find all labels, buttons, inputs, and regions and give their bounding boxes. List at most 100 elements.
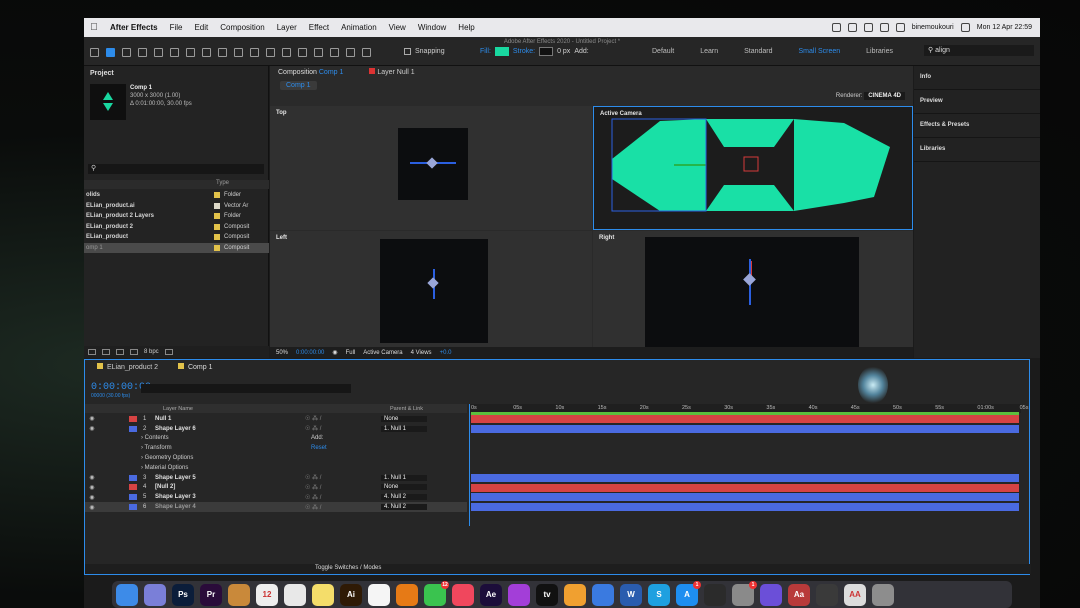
layer-property[interactable]: › Material Options [85, 463, 467, 473]
dock-illustrator-icon[interactable]: Ai [340, 583, 362, 606]
workspace-small-screen[interactable]: Small Screen [799, 48, 841, 55]
viewport-active-camera[interactable]: Active Camera [593, 106, 913, 230]
layer-row[interactable]: ◉ 6 Shape Layer 4 ☉ ⁂ /4. Null 2 [85, 502, 467, 512]
project-item[interactable]: ELian_product 2 Composit [84, 222, 269, 233]
label-color-chip[interactable] [214, 234, 220, 241]
battery-icon[interactable] [895, 23, 905, 32]
bit-depth[interactable]: 8 bpc [144, 349, 159, 355]
property-group-name[interactable]: › Contents [141, 435, 311, 441]
label-color-chip[interactable] [214, 192, 220, 199]
tab-layer[interactable]: Layer Null 1 [369, 68, 415, 76]
layer-color-label[interactable] [129, 504, 137, 511]
parent-link-select[interactable]: 1. Null 1 [381, 474, 427, 481]
label-color-chip[interactable] [214, 213, 220, 220]
dock-contacts-icon[interactable] [228, 583, 250, 606]
exposure-value[interactable]: +0.0 [440, 350, 452, 356]
volume-icon[interactable] [879, 23, 889, 32]
dock-music-icon[interactable] [452, 583, 474, 606]
layer-name-column[interactable]: Layer Name [163, 406, 315, 412]
layer-color-label[interactable] [129, 484, 137, 491]
layer-color-label[interactable] [129, 415, 137, 422]
layer-duration-bar[interactable] [471, 424, 1019, 433]
dock-word-icon[interactable]: W [620, 583, 642, 606]
selection-tool-icon[interactable] [106, 48, 115, 57]
stroke-width-value[interactable]: 0 px [557, 48, 570, 55]
layer-property[interactable]: › Transform Reset [85, 443, 467, 453]
comp-flowchart-pill[interactable]: Comp 1 [280, 80, 317, 90]
layer-duration-bar[interactable] [471, 503, 1019, 512]
project-settings-icon[interactable] [130, 349, 138, 355]
layer-duration-bar[interactable] [471, 493, 1019, 502]
workspace-libraries[interactable]: Libraries [866, 48, 893, 55]
axis-view-icon[interactable] [362, 48, 371, 57]
viewport-left[interactable]: Left [270, 231, 592, 347]
dock-reminders-icon[interactable] [368, 583, 390, 606]
zoom-tool-icon[interactable] [138, 48, 147, 57]
camera-snapshot-icon[interactable]: ◉ [332, 349, 337, 356]
dock-finder-icon[interactable] [116, 583, 138, 606]
layer-color-label[interactable] [129, 494, 137, 501]
dock-font-book-icon[interactable]: AA [844, 583, 866, 606]
menu-help[interactable]: Help [452, 23, 480, 32]
dock-launchpad-icon[interactable] [144, 583, 166, 606]
tab-composition[interactable]: Composition Comp 1 [278, 69, 343, 76]
home-icon[interactable] [90, 48, 99, 57]
layer-name[interactable]: Shape Layer 6 [155, 426, 305, 432]
dock-calendar-icon[interactable]: 12 [256, 583, 278, 606]
menu-composition[interactable]: Composition [214, 23, 270, 32]
layer-row[interactable]: ◉ 2 Shape Layer 6 ☉ ⁂ /1. Null 1 [85, 424, 467, 434]
layer-color-label[interactable] [129, 474, 137, 481]
menu-file[interactable]: File [164, 23, 189, 32]
panel-info[interactable]: Info [914, 66, 1040, 90]
menu-edit[interactable]: Edit [188, 23, 214, 32]
dock-skype-icon[interactable]: S [648, 583, 670, 606]
layer-color-label[interactable] [129, 425, 137, 432]
label-color-chip[interactable] [214, 223, 220, 230]
layer-row[interactable]: ◉ 1 Null 1 ☉ ⁂ / None [85, 414, 467, 424]
label-color-chip[interactable] [214, 244, 220, 251]
puppet-tool-icon[interactable] [314, 48, 323, 57]
project-item[interactable]: omp 1 Composit [84, 242, 269, 253]
layer-duration-bar[interactable] [471, 415, 1019, 423]
layer-name[interactable]: [Null 2] [155, 484, 305, 490]
brush-tool-icon[interactable] [250, 48, 259, 57]
eraser-tool-icon[interactable] [282, 48, 291, 57]
new-folder-icon[interactable] [102, 349, 110, 355]
camera-tool-icon[interactable] [170, 48, 179, 57]
layer-switches[interactable]: ☉ ⁂ / [305, 415, 381, 422]
dock-siri-icon[interactable] [760, 583, 782, 606]
help-search-input[interactable]: ⚲ align [924, 45, 1034, 56]
rotate-tool-icon[interactable] [154, 48, 163, 57]
hand-tool-icon[interactable] [122, 48, 131, 57]
menu-app-name[interactable]: After Effects [104, 23, 164, 32]
menu-layer[interactable]: Layer [271, 23, 303, 32]
axis-world-icon[interactable] [346, 48, 355, 57]
name-column[interactable] [84, 180, 216, 189]
status-icon[interactable] [831, 23, 841, 32]
dock-vlc-icon[interactable] [396, 583, 418, 606]
project-item[interactable]: ELian_product 2 Layers Folder [84, 211, 269, 222]
layer-duration-bar[interactable] [471, 483, 1019, 492]
viewport-right[interactable]: Right [593, 231, 913, 347]
visibility-eye-icon[interactable]: ◉ [85, 425, 99, 432]
project-item[interactable]: ELian_product.ai Vector Ar [84, 201, 269, 212]
layer-switches[interactable]: ☉ ⁂ / [305, 484, 381, 491]
layer-name[interactable]: Shape Layer 5 [155, 475, 305, 481]
parent-link-select[interactable]: None [381, 484, 427, 491]
layer-duration-bar[interactable] [471, 473, 1019, 482]
parent-link-select[interactable]: 4. Null 2 [381, 504, 427, 511]
project-item[interactable]: olids Folder [84, 190, 269, 201]
dock-chrome-icon[interactable] [284, 583, 306, 606]
menu-animation[interactable]: Animation [335, 23, 383, 32]
dock-figma-2-icon[interactable] [816, 583, 838, 606]
layer-switches[interactable]: ☉ ⁂ / [305, 494, 381, 501]
dock-sublime-icon[interactable] [564, 583, 586, 606]
layer-name[interactable]: Shape Layer 4 [155, 504, 305, 510]
project-tab[interactable]: Project [84, 66, 268, 81]
project-item[interactable]: ELian_product Composit [84, 232, 269, 243]
viewport-top[interactable]: Top [270, 106, 592, 230]
label-color-chip[interactable] [214, 202, 220, 209]
tab-elian-product-2[interactable]: ELian_product 2 [97, 362, 158, 371]
layer-row[interactable]: ◉ 4 [Null 2] ☉ ⁂ / None [85, 483, 467, 493]
dock-apple-tv-icon[interactable]: tv [536, 583, 558, 606]
